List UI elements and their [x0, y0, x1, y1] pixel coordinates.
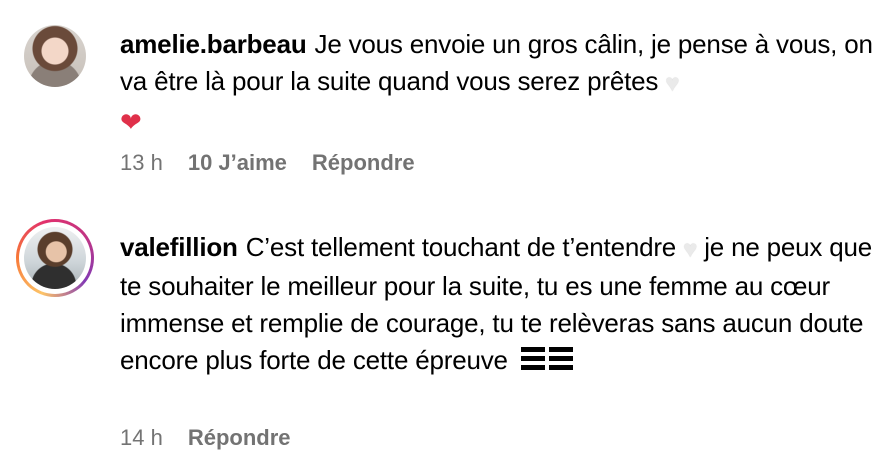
comment-timestamp[interactable]: 13 h [120, 150, 163, 176]
bar-chart-glyph-icon [520, 347, 573, 370]
avatar[interactable] [24, 227, 86, 289]
likes-count[interactable]: 10 J’aime [188, 150, 287, 176]
comment-text-block: valefillion C’est tellement touchant de t… [120, 229, 880, 379]
white-heart-icon: ♥ [665, 70, 680, 97]
avatar[interactable] [24, 25, 86, 87]
comment-timestamp[interactable]: 14 h [120, 425, 163, 451]
comment-text: C’est tellement touchant de t’entendre [245, 232, 677, 262]
reply-button[interactable]: Répondre [188, 425, 291, 451]
comment-meta: 14 h Répondre [120, 425, 291, 451]
white-heart-icon: ♥ [683, 236, 698, 263]
story-ring[interactable] [16, 219, 94, 297]
mending-heart-icon: ❤ [120, 107, 142, 137]
reply-button[interactable]: Répondre [312, 150, 415, 176]
comment-username[interactable]: amelie.barbeau [120, 29, 307, 59]
comment-username[interactable]: valefillion [120, 232, 238, 262]
comment-meta: 13 h 10 J’aime Répondre [120, 150, 415, 176]
comment-text-block: amelie.barbeau Je vous envoie un gros câl… [120, 26, 880, 141]
